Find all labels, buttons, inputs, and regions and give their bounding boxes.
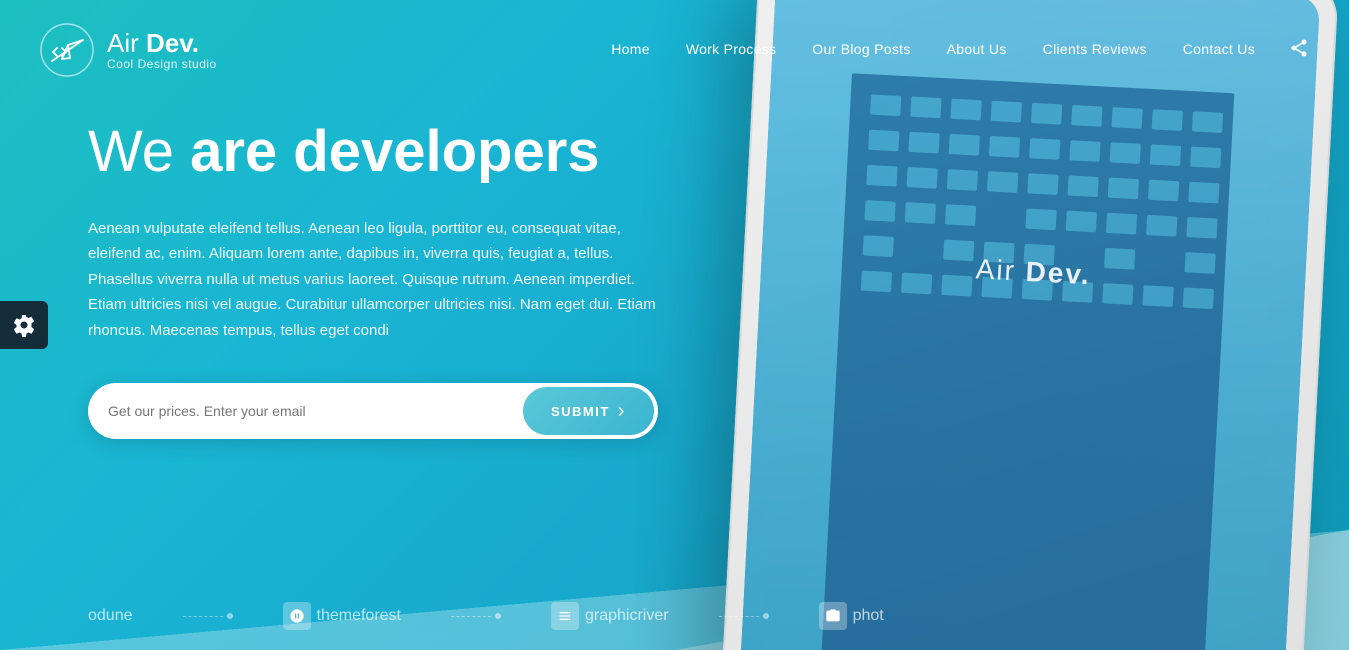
nav-home[interactable]: Home (593, 31, 668, 67)
hero-body-text: Aenean vulputate eleifend tellus. Aenean… (88, 216, 658, 344)
submit-button[interactable]: SUBMIT (523, 387, 654, 435)
tablet-brand-text: Air Dev. (975, 253, 1092, 291)
phot-icon (819, 602, 847, 630)
logo: Air Dev. Cool Design studio (40, 23, 217, 78)
hero-content: We are developers Aenean vulputate eleif… (88, 120, 658, 499)
logo-subtitle: Cool Design studio (107, 57, 217, 71)
tablet-illustration: Air Dev. (703, 12, 1349, 650)
share-icon[interactable] (1289, 38, 1309, 63)
navigation: Air Dev. Cool Design studio Home Work Pr… (0, 0, 1349, 100)
nav-blog[interactable]: Our Blog Posts (794, 31, 928, 67)
hero-headline: We are developers (88, 120, 658, 184)
graphicriver-icon (551, 602, 579, 630)
gear-widget[interactable] (0, 301, 48, 349)
partner-graphicriver: graphicriver (551, 602, 669, 630)
partner-themeforest: themeforest (283, 602, 401, 630)
partner-phot: phot (819, 602, 884, 630)
email-form: SUBMIT (88, 383, 658, 439)
partner-odune: odune (88, 607, 133, 625)
partners-row: odune themeforest graphicriver (88, 602, 884, 630)
email-input[interactable] (108, 403, 523, 419)
nav-about[interactable]: About Us (929, 31, 1025, 67)
logo-icon (40, 23, 95, 78)
nav-clients[interactable]: Clients Reviews (1025, 31, 1165, 67)
nav-work-process[interactable]: Work Process (668, 31, 794, 67)
logo-text: Air Dev. Cool Design studio (107, 29, 217, 72)
logo-name: Air Dev. (107, 29, 217, 58)
hero-section: Air Dev. Cool Design studio Home Work Pr… (0, 0, 1349, 650)
nav-links: Home Work Process Our Blog Posts About U… (593, 41, 1273, 59)
themeforest-icon (283, 602, 311, 630)
nav-contact[interactable]: Contact Us (1165, 31, 1273, 67)
